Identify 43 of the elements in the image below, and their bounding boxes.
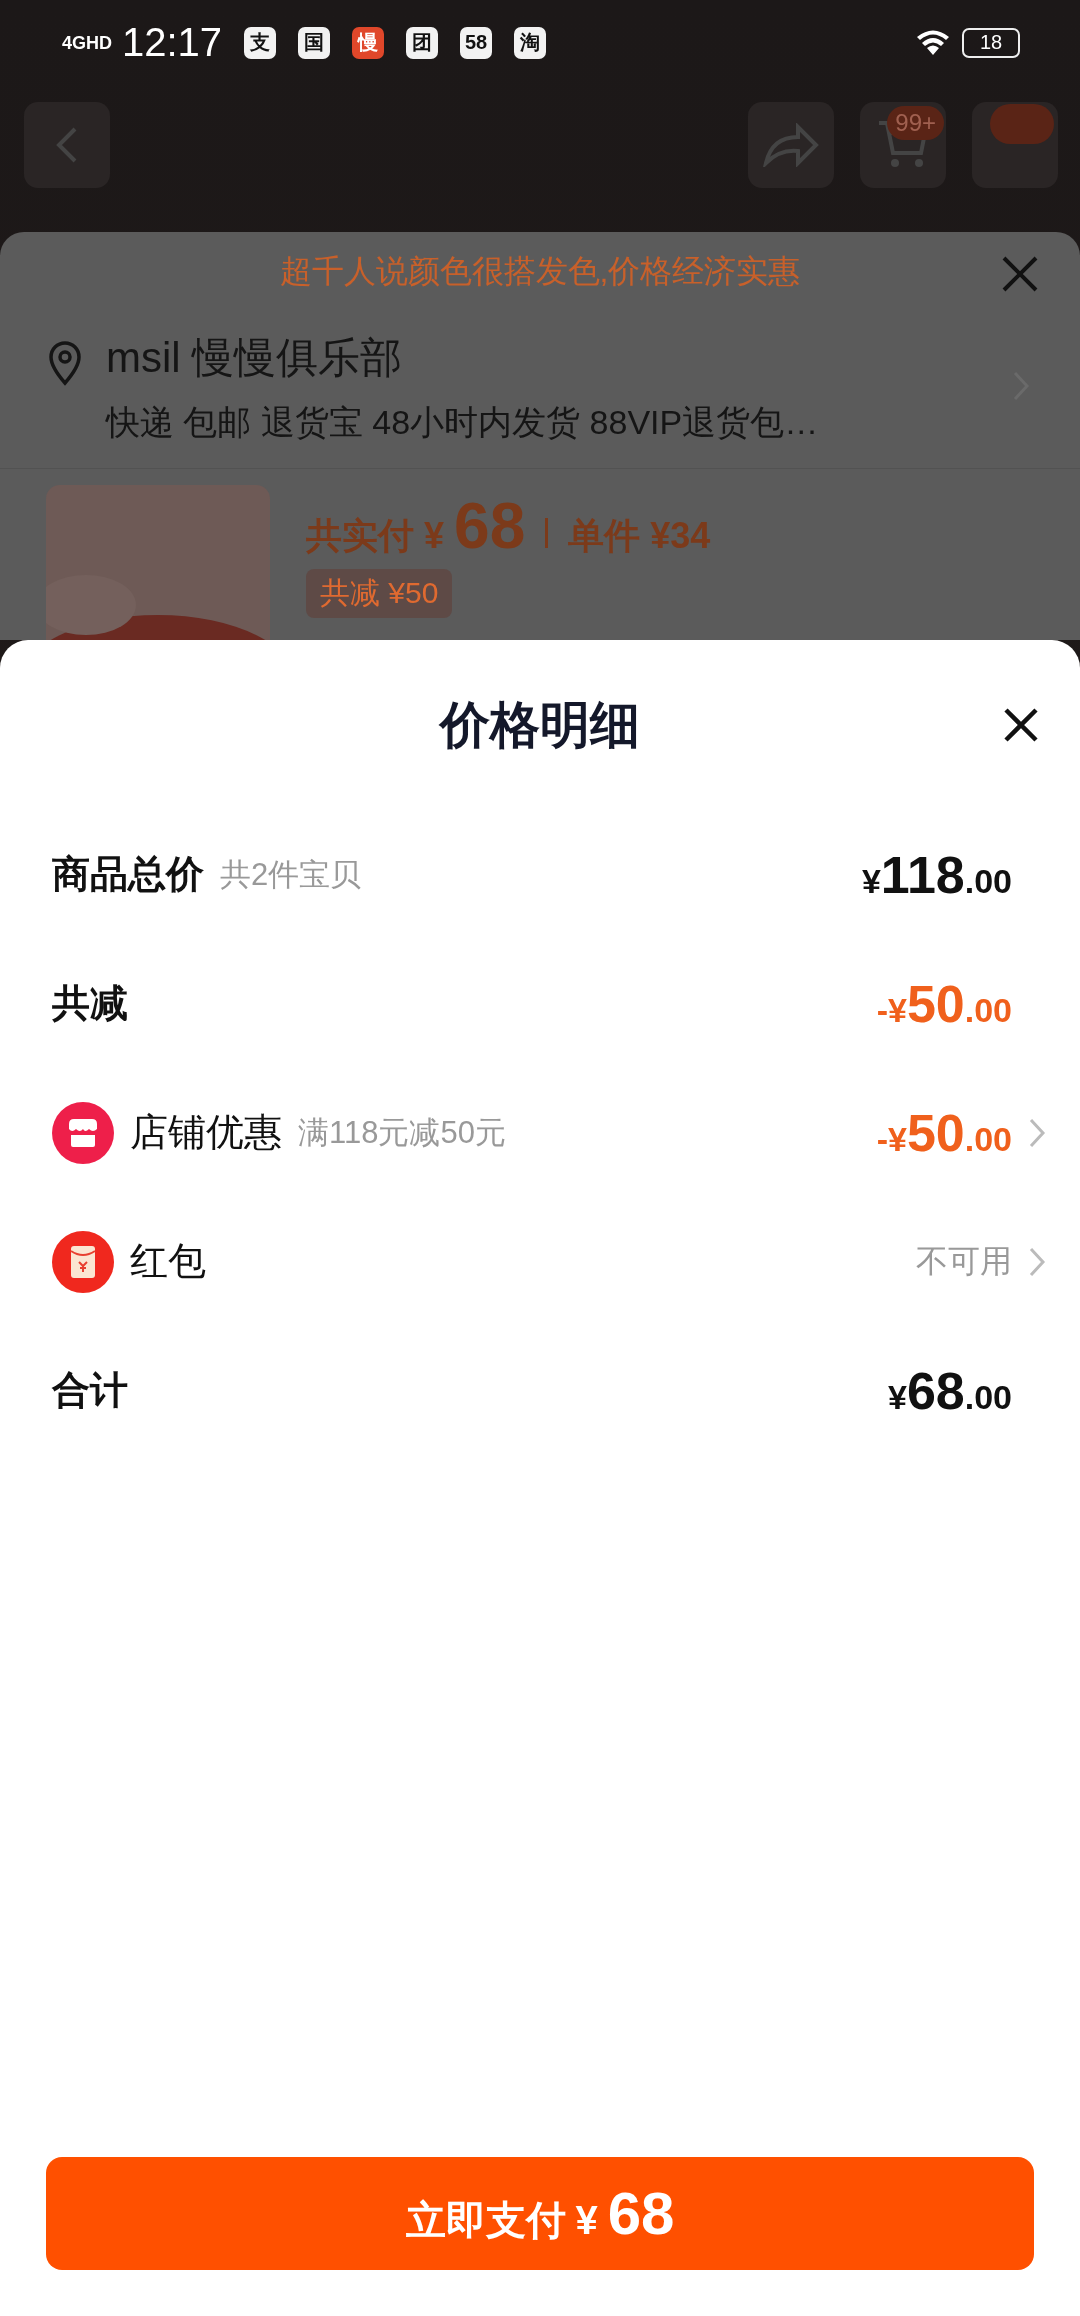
cart-badge: 99+ <box>887 105 944 140</box>
status-text: 不可用 <box>916 1241 1012 1281</box>
amount-text: ¥118.00 <box>861 844 1012 905</box>
app-notification-icon: 淘 <box>514 26 547 59</box>
shop-icon <box>52 1101 114 1164</box>
delivery-details: 快递 包邮 退货宝 48小时内发货 88VIP退货包… <box>106 402 820 443</box>
battery-icon: 18 <box>962 27 1020 58</box>
chevron-icon <box>1028 1245 1046 1278</box>
note-text: 满118元减50元 <box>298 1113 506 1152</box>
close-icon[interactable] <box>1000 254 1040 294</box>
chevron-icon <box>1028 1116 1046 1149</box>
sheet-title: 价格明细 <box>440 695 640 755</box>
share-button[interactable] <box>748 101 834 188</box>
app-notification-icon: 58 <box>460 26 493 59</box>
unit-price: 单件 ¥34 <box>568 514 711 558</box>
note-text: 共2件宝贝 <box>220 855 362 894</box>
app-notification-icon: 支 <box>244 26 277 59</box>
share-icon <box>762 122 820 167</box>
paid-currency: ¥ <box>424 515 445 557</box>
pay-button[interactable]: 立即支付 ¥ 68 <box>46 2157 1034 2270</box>
location-pin-icon <box>48 340 82 386</box>
amount-text: ¥68.00 <box>887 1360 1012 1421</box>
app-notification-icon: 国 <box>298 26 331 59</box>
envelope-icon <box>52 1230 114 1293</box>
paid-amount: 68 <box>454 489 526 563</box>
amount-text: -¥50.00 <box>876 1102 1012 1163</box>
network-text: 4GHD <box>62 33 110 52</box>
app-notification-icon: 团 <box>406 26 439 59</box>
price-label: 共减 <box>52 981 128 1026</box>
banner-text: 超千人说颜色很搭发色,价格经济实惠 <box>279 252 801 291</box>
cart-button[interactable]: 99+ <box>860 101 946 188</box>
app-notification-icon: 慢 <box>352 26 385 59</box>
price-label: 合计 <box>52 1368 128 1413</box>
discount-label: 店铺优惠 <box>130 1110 282 1155</box>
amount-text: -¥50.00 <box>876 973 1012 1034</box>
discount-tag[interactable]: 共减 ¥50 <box>306 569 453 618</box>
price-label: 商品总价 <box>52 852 204 897</box>
wifi-icon <box>916 28 950 57</box>
clock-text: 12:17 <box>122 20 223 65</box>
paid-label: 共实付 <box>306 514 414 558</box>
back-button[interactable] <box>24 101 110 188</box>
address-name: msil 慢慢俱乐部 <box>106 333 404 383</box>
discount-label: 红包 <box>130 1239 206 1284</box>
